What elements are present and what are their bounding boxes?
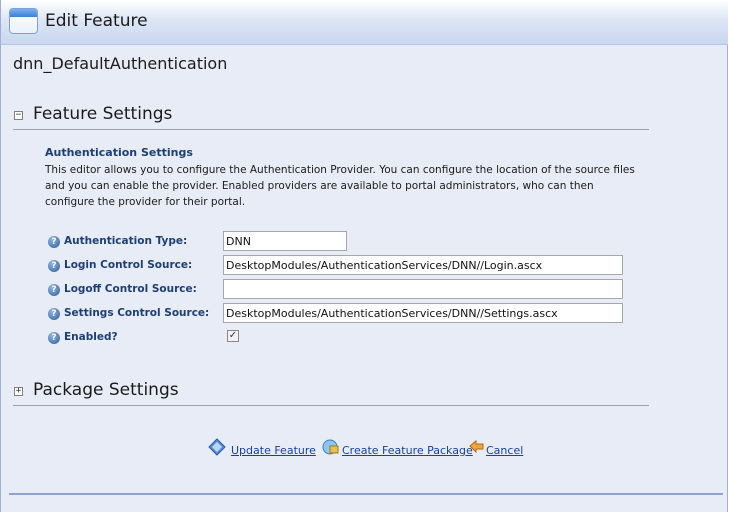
- settings-source-input[interactable]: [223, 303, 623, 323]
- help-icon[interactable]: ?: [48, 332, 60, 344]
- enabled-checkbox[interactable]: ✓: [227, 330, 239, 342]
- feature-settings-header[interactable]: − Feature Settings: [13, 101, 649, 130]
- cancel-link[interactable]: Cancel: [486, 444, 523, 457]
- login-source-label: Login Control Source:: [64, 259, 193, 271]
- logoff-source-label: Logoff Control Source:: [64, 283, 197, 295]
- authentication-settings-description: This editor allows you to configure the …: [45, 164, 635, 208]
- bottom-divider: [9, 493, 723, 495]
- package-settings-title: Package Settings: [33, 380, 179, 400]
- update-feature-link[interactable]: Update Feature: [231, 444, 316, 457]
- authentication-settings-heading: Authentication Settings: [45, 146, 193, 159]
- package-icon: [322, 439, 339, 455]
- feature-settings-title: Feature Settings: [33, 104, 173, 124]
- login-source-input[interactable]: [223, 255, 623, 275]
- update-diamond-icon: [208, 438, 226, 456]
- logoff-source-input[interactable]: [223, 279, 623, 299]
- edit-feature-panel: Edit Feature dnn_DefaultAuthentication −…: [0, 0, 728, 512]
- auth-type-label: Authentication Type:: [64, 235, 188, 247]
- help-icon[interactable]: ?: [48, 236, 60, 248]
- module-name: dnn_DefaultAuthentication: [13, 54, 228, 73]
- create-feature-package-link[interactable]: Create Feature Package: [342, 444, 473, 457]
- enabled-label: Enabled?: [64, 331, 118, 343]
- expand-icon[interactable]: +: [14, 387, 23, 396]
- auth-type-input[interactable]: [223, 231, 347, 251]
- help-icon[interactable]: ?: [48, 260, 60, 272]
- page-title: Edit Feature: [45, 11, 148, 31]
- help-icon[interactable]: ?: [48, 284, 60, 296]
- collapse-icon[interactable]: −: [14, 111, 23, 120]
- cancel-arrow-icon: [469, 439, 484, 454]
- package-settings-header[interactable]: + Package Settings: [13, 377, 649, 406]
- window-icon: [9, 8, 38, 34]
- title-bar: Edit Feature: [1, 0, 728, 45]
- help-icon[interactable]: ?: [48, 308, 60, 320]
- settings-source-label: Settings Control Source:: [64, 307, 210, 319]
